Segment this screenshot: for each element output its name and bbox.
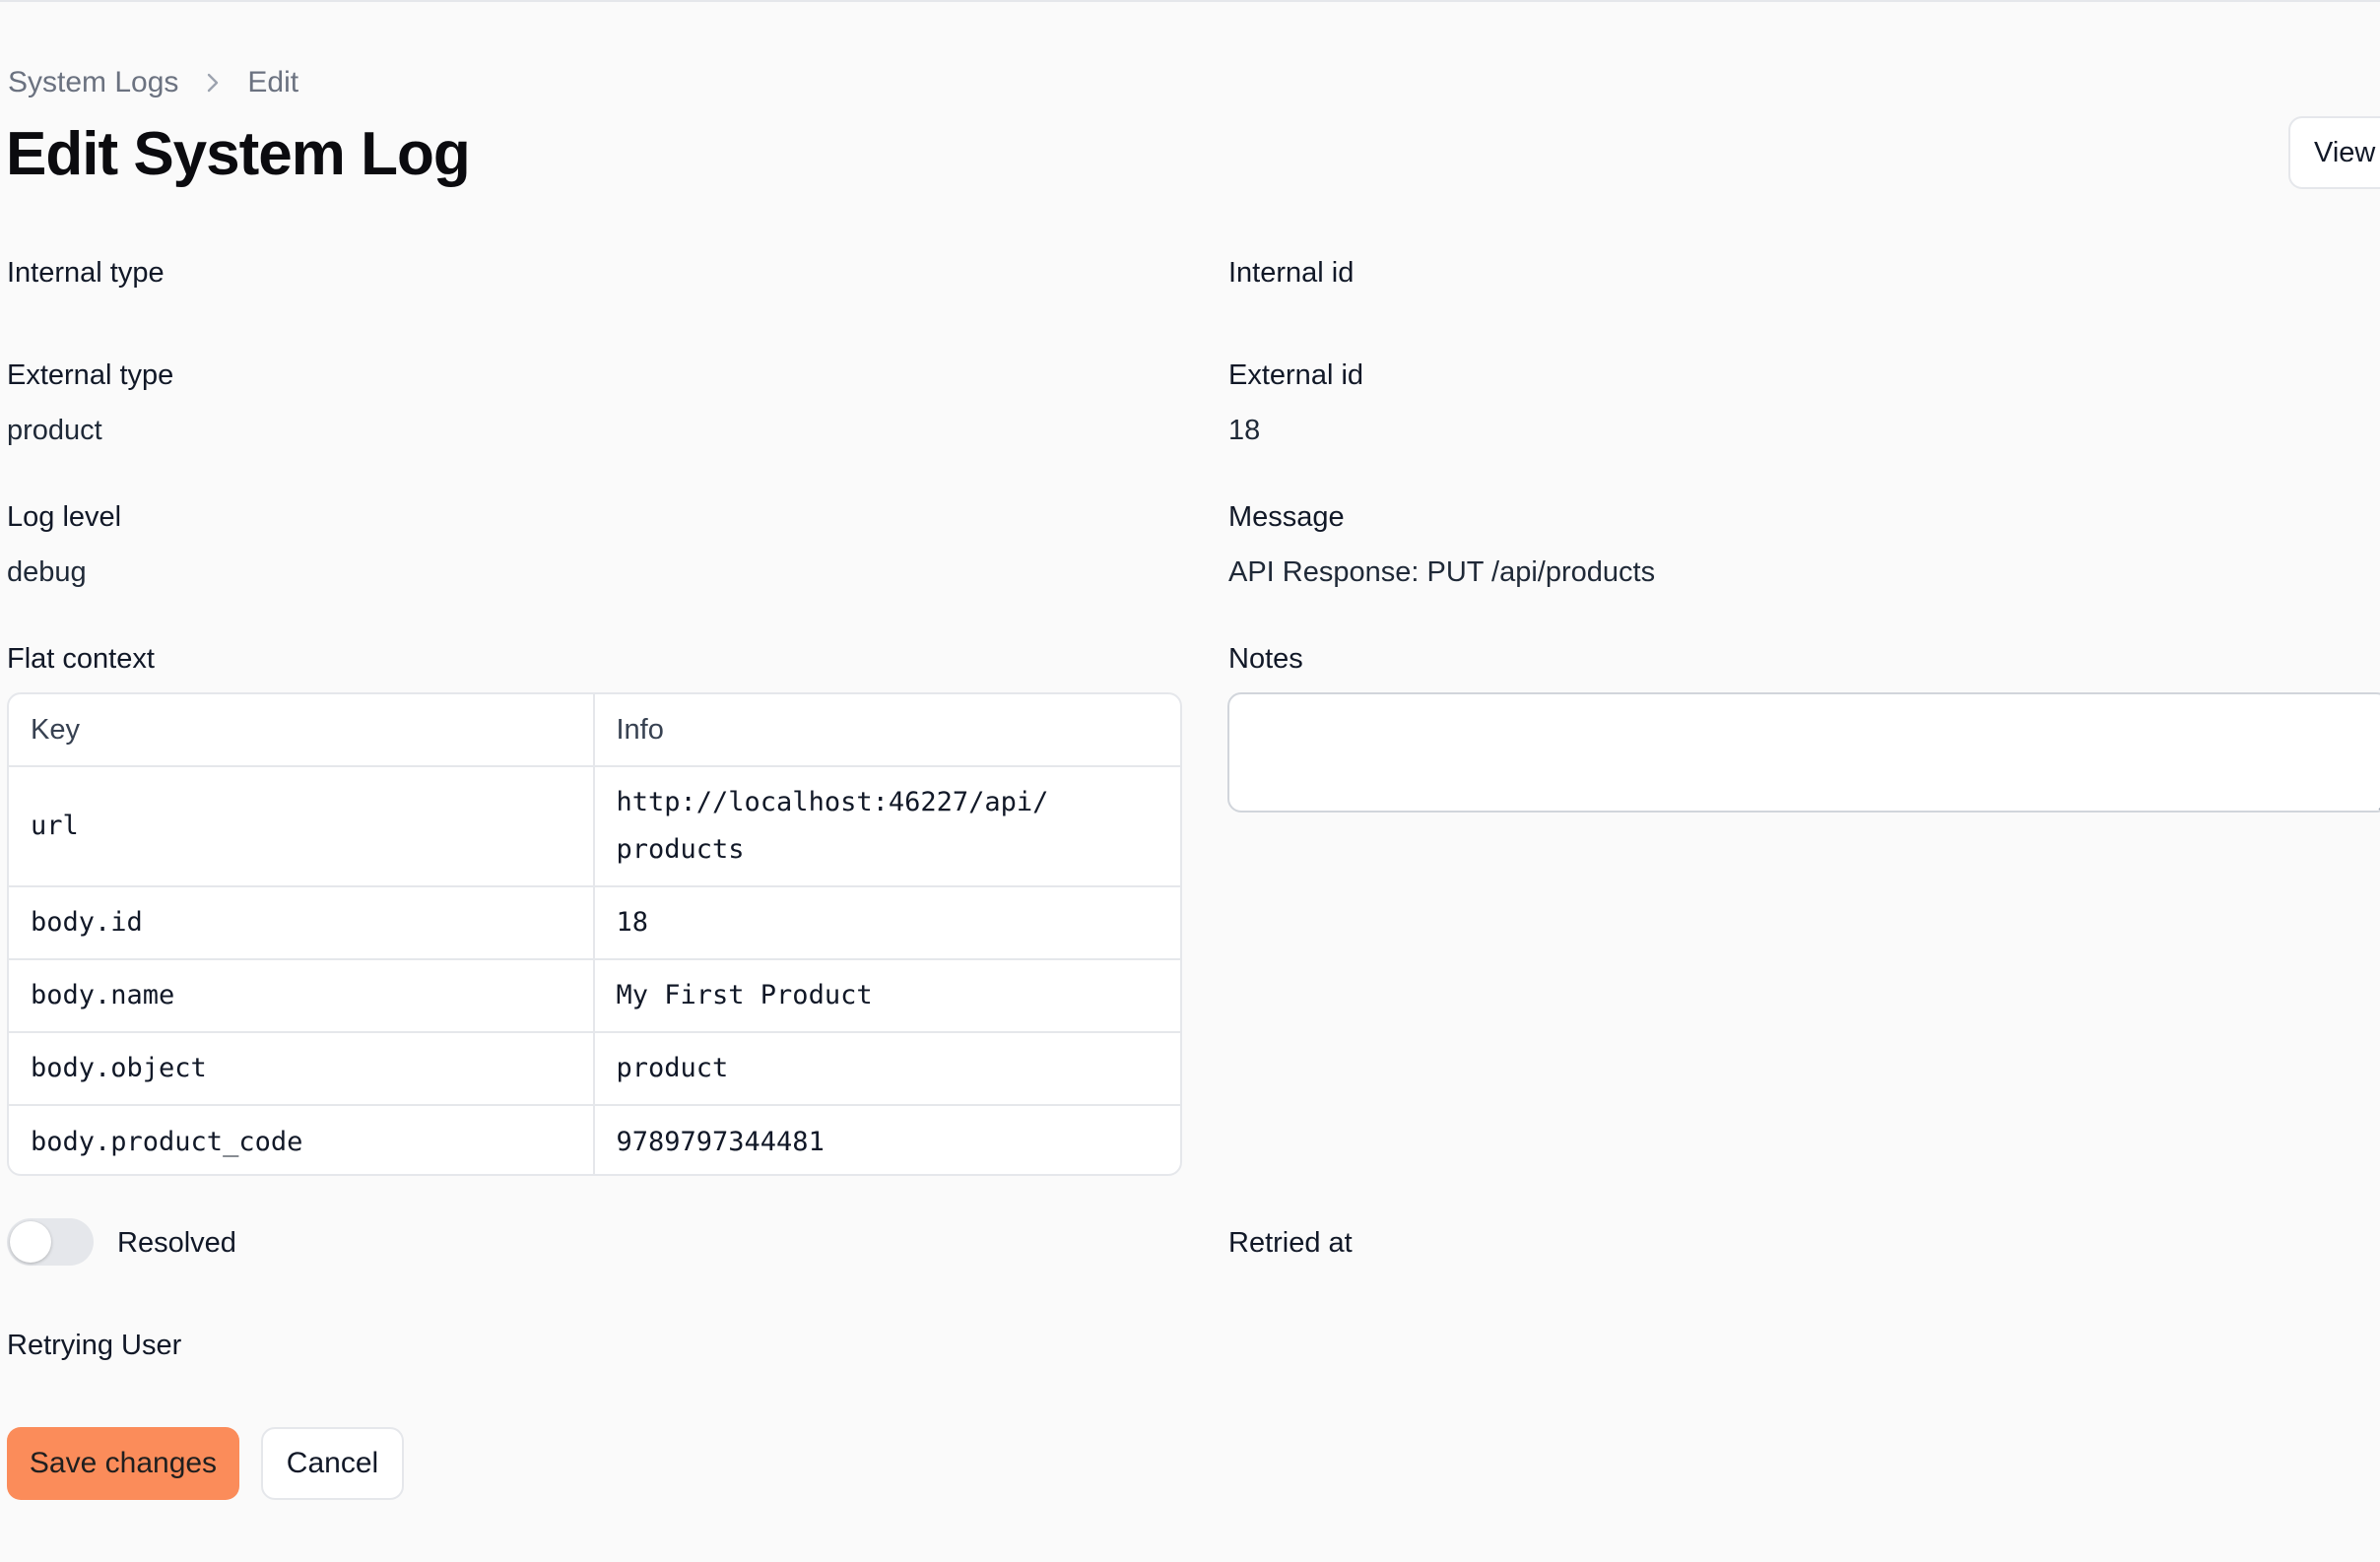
page-title: Edit System Log [6,120,471,188]
chevron-right-icon [178,72,247,94]
message-label: Message [1228,501,1345,533]
message-value: API Response: PUT /api/products [1228,556,1656,588]
row-info: My First Product [616,980,873,1010]
breadcrumb-link-system-logs[interactable]: System Logs [8,66,178,99]
flat-context-label: Flat context [7,643,155,675]
row-info-line: http://localhost:46227/api/ [616,787,1049,817]
row-info: product [616,1053,729,1083]
internal-type-label: Internal type [7,257,165,289]
table-row: body.id 18 [9,887,1180,960]
save-changes-button[interactable]: Save changes [7,1427,239,1500]
notes-textarea[interactable] [1227,692,2380,813]
resolved-toggle[interactable] [7,1218,94,1266]
resize-handle-icon[interactable] [2376,799,2380,811]
table-row: body.name My First Product [9,960,1180,1033]
row-key: body.object [9,1033,595,1104]
resolved-label: Resolved [117,1227,236,1259]
row-info: 18 [616,907,649,938]
toggle-knob [10,1221,51,1263]
column-header-info: Info [616,713,664,746]
flat-context-table: Key Info url http://localhost:46227/api/… [7,692,1182,1176]
external-type-value: product [7,415,102,446]
breadcrumb-current: Edit [247,66,299,98]
external-id-value: 18 [1228,415,1261,446]
retrying-user-label: Retrying User [7,1330,182,1361]
row-key: url [9,767,595,885]
external-type-label: External type [7,359,174,391]
external-id-label: External id [1228,359,1364,391]
notes-label: Notes [1228,643,1303,675]
breadcrumb: System Logs Edit [8,63,298,102]
table-header-row: Key Info [9,694,1180,767]
table-row: body.object product [9,1033,1180,1106]
internal-id-label: Internal id [1228,257,1355,289]
row-key: body.id [9,887,595,958]
top-divider [0,0,2380,2]
log-level-label: Log level [7,501,122,533]
log-level-value: debug [7,556,87,588]
table-row: url http://localhost:46227/api/ products [9,767,1180,887]
row-key: body.product_code [9,1106,595,1174]
row-info: 9789797344481 [616,1126,825,1157]
table-row: body.product_code 9789797344481 [9,1106,1180,1174]
row-info: http://localhost:46227/api/ products [595,767,1181,885]
retried-at-label: Retried at [1228,1227,1353,1259]
row-key: body.name [9,960,595,1031]
column-header-key: Key [9,694,595,765]
view-button[interactable]: View [2288,116,2380,189]
row-info-line: products [616,834,745,865]
cancel-button[interactable]: Cancel [261,1427,404,1500]
